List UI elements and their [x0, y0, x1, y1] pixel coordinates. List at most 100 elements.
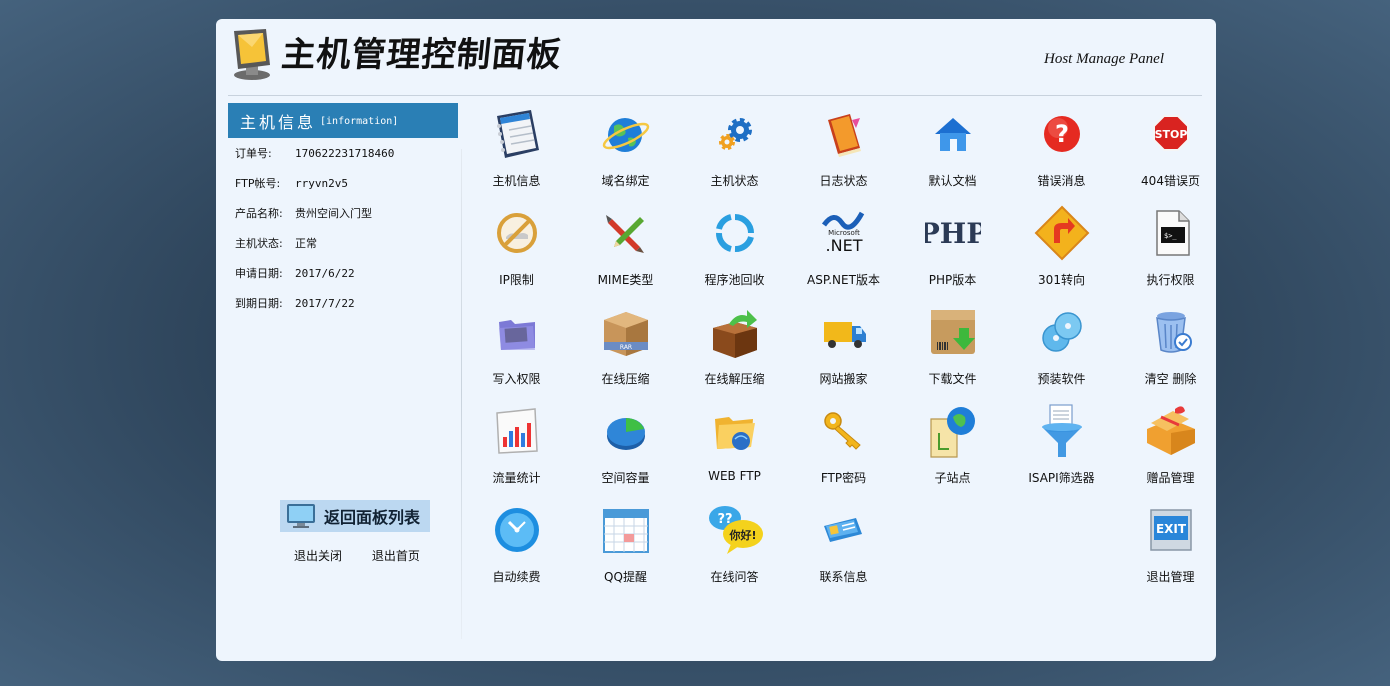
globe-icon	[602, 118, 649, 152]
logout-home-link[interactable]: 退出首页	[372, 549, 420, 563]
grid-item-label: 子站点	[934, 471, 971, 485]
redirect-sign-icon	[1034, 205, 1089, 261]
page-subtitle: Host Manage Panel	[1044, 51, 1164, 67]
grid-item-online-decompress[interactable]: 在线解压缩	[680, 300, 789, 399]
grid-item-online-qa[interactable]: ?? 你好! 在线问答	[680, 498, 789, 597]
grid-item-label: 执行权限	[1146, 273, 1195, 287]
trash-icon	[1155, 312, 1192, 353]
grid-item-app-pool-recycle[interactable]: 程序池回收	[680, 201, 789, 300]
grid-item-label: WEB FTP	[708, 469, 761, 483]
grid-item-404-page[interactable]: STOP 404错误页	[1116, 102, 1225, 201]
grid-item-traffic-stats[interactable]: 流量统计	[462, 399, 571, 498]
svg-text:$>_: $>_	[1164, 232, 1177, 240]
grid-item-label: 日志状态	[819, 174, 868, 188]
grid-item-host-status[interactable]: 主机状态	[680, 102, 789, 201]
info-value: 正常	[295, 237, 317, 250]
grid-item-aspnet-version[interactable]: Microsoft .NET ASP.NET版本	[789, 201, 898, 300]
grid-item-online-compress[interactable]: RAR 在线压缩	[571, 300, 680, 399]
grid-item-site-move[interactable]: 网站搬家	[789, 300, 898, 399]
discs-icon	[1041, 312, 1082, 352]
terminal-file-icon: $>_	[1155, 210, 1190, 256]
grid-item-host-info[interactable]: 主机信息	[462, 102, 571, 201]
grid-item-label: 写入权限	[492, 372, 541, 386]
grid-item-domain-binding[interactable]: 域名绑定	[571, 102, 680, 201]
gears-icon	[718, 118, 752, 150]
question-icon: ?	[1043, 116, 1080, 152]
back-button-label: 返回面板列表	[324, 508, 421, 527]
info-sidebar: 主机信息 [information] 订单号: 170622231718460 …	[228, 103, 458, 563]
bar-chart-icon	[495, 408, 538, 454]
stop-sign-icon: STOP	[1152, 115, 1189, 151]
grid-item-ip-restriction[interactable]: IP限制	[462, 201, 571, 300]
grid-item-label: MIME类型	[597, 273, 654, 287]
grid-item-ftp-password[interactable]: FTP密码	[789, 399, 898, 498]
monitor-icon	[287, 504, 315, 528]
funnel-icon	[1041, 404, 1082, 457]
calendar-icon	[602, 509, 649, 553]
grid-item-label: 清空 删除	[1144, 372, 1197, 386]
grid-item-write-permission[interactable]: 写入权限	[462, 300, 571, 399]
main-panel: 主机管理控制面板 Host Manage Panel 主机信息 [informa…	[216, 19, 1216, 661]
grid-item-label: 下载文件	[928, 372, 977, 386]
php-icon: PHP	[925, 217, 981, 250]
dotnet-icon: Microsoft .NET	[821, 211, 864, 255]
grid-item-sub-site[interactable]: 子站点	[898, 399, 1007, 498]
info-row-status: 主机状态: 正常	[228, 228, 458, 258]
grid-item-clear-delete[interactable]: 清空 删除	[1116, 300, 1225, 399]
web-folder-icon	[714, 417, 755, 450]
exit-links: 退出关闭 退出首页	[294, 547, 446, 564]
grid-item-exit-management[interactable]: EXIT 退出管理	[1116, 498, 1225, 597]
rar-text: RAR	[619, 344, 631, 351]
grid-item-auto-renew[interactable]: 自动续费	[462, 498, 571, 597]
grid-item-mime-type[interactable]: MIME类型	[571, 201, 680, 300]
grid-item-label: 赠品管理	[1146, 471, 1195, 485]
page-title: 主机管理控制面板	[279, 35, 564, 75]
grid-item-gift-management[interactable]: 赠品管理	[1116, 399, 1225, 498]
exit-sign-text: EXIT	[1155, 522, 1186, 536]
grid-item-label: ASP.NET版本	[807, 273, 880, 287]
grid-item-301-redirect[interactable]: 301转向	[1007, 201, 1116, 300]
info-label: FTP帐号:	[235, 177, 281, 190]
grid-item-web-ftp[interactable]: WEB FTP	[680, 399, 789, 498]
grid-item-label: QQ提醒	[604, 570, 647, 584]
grid-item-contact-info[interactable]: 联系信息	[789, 498, 898, 597]
sidebar-heading-text: 主机信息	[240, 112, 317, 132]
grid-item-isapi-filter[interactable]: ISAPI筛选器	[1007, 399, 1116, 498]
grid-item-label: PHP版本	[928, 273, 977, 287]
grid-item-php-version[interactable]: PHP PHP版本	[898, 201, 1007, 300]
grid-item-label: 301转向	[1038, 273, 1085, 287]
logout-close-link[interactable]: 退出关闭	[294, 549, 342, 563]
sidebar-heading-sub: [information]	[320, 116, 399, 127]
grid-item-label: 主机信息	[492, 174, 541, 188]
info-label: 订单号:	[235, 147, 272, 160]
home-icon	[934, 118, 971, 151]
grid-item-error-message[interactable]: ? 错误消息	[1007, 102, 1116, 201]
download-box-icon	[930, 310, 975, 354]
grid-item-label: 主机状态	[710, 174, 759, 188]
clock-icon	[494, 508, 539, 552]
info-row-expire-date: 到期日期: 2017/7/22	[228, 288, 458, 318]
grid-item-qq-reminder[interactable]: QQ提醒	[571, 498, 680, 597]
key-icon	[823, 412, 861, 450]
php-text: PHP	[925, 217, 981, 250]
info-value: 贵州空间入门型	[295, 207, 372, 220]
folder-terminal-icon	[498, 320, 535, 350]
exit-sign-icon: EXIT	[1149, 509, 1192, 551]
info-value: 2017/7/22	[295, 296, 355, 310]
rar-box-icon: RAR	[603, 312, 648, 356]
sidebar-heading: 主机信息 [information]	[228, 103, 458, 138]
grid-item-log-status[interactable]: 日志状态	[789, 102, 898, 201]
log-book-icon	[827, 114, 861, 157]
back-to-panel-list-button[interactable]: 返回面板列表	[280, 500, 430, 532]
grid-item-space-capacity[interactable]: 空间容量	[571, 399, 680, 498]
chat-bubbles-icon: ?? 你好!	[708, 506, 763, 554]
info-value: 2017/6/22	[295, 266, 355, 280]
grid-item-default-doc[interactable]: 默认文档	[898, 102, 1007, 201]
grid-item-execute-permission[interactable]: $>_ 执行权限	[1116, 201, 1225, 300]
grid-item-preinstalled-software[interactable]: 预装软件	[1007, 300, 1116, 399]
stop-sign-text: STOP	[1154, 128, 1187, 141]
no-entry-icon	[496, 213, 537, 253]
info-label: 产品名称:	[235, 207, 283, 220]
grid-item-label: FTP密码	[820, 471, 867, 485]
grid-item-download-file[interactable]: 下载文件	[898, 300, 1007, 399]
